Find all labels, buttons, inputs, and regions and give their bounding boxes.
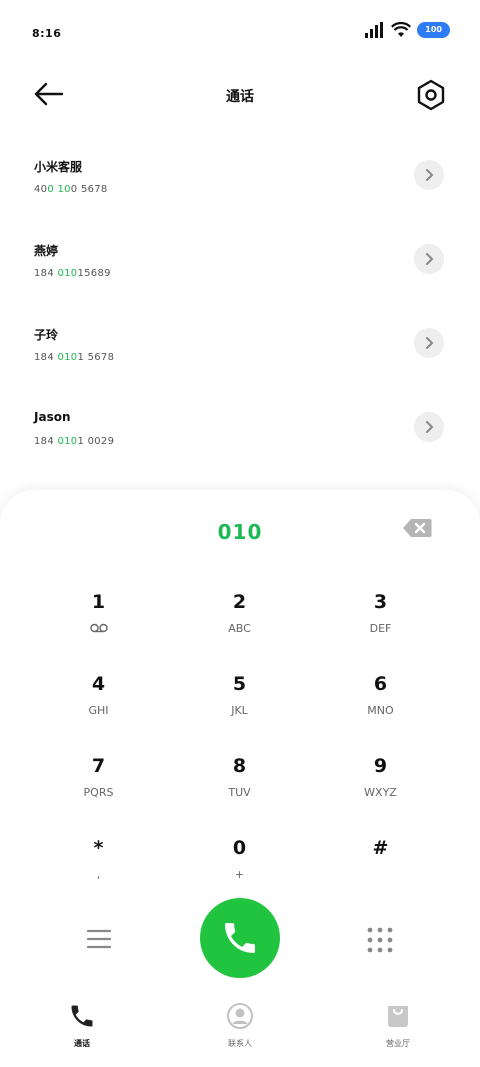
- key-digit: 7: [91, 755, 106, 777]
- contact-row-2[interactable]: 燕婷 184 01015689: [0, 216, 480, 300]
- chevron-right-icon: [426, 169, 434, 181]
- bottom-tab-bar: 通话 联系人 营业厅: [0, 990, 480, 1060]
- contact-row-3[interactable]: 子玲 184 0101 5678: [0, 300, 480, 384]
- key-letters: ,: [96, 867, 101, 881]
- key-2[interactable]: 2 ABC: [169, 588, 310, 670]
- contact-row-1[interactable]: 小米客服 400 100 5678: [0, 132, 480, 216]
- key-digit: #: [372, 837, 389, 859]
- key-digit: 9: [373, 755, 388, 777]
- contact-number: 184 01015689: [34, 268, 111, 279]
- voicemail-icon: [89, 620, 108, 636]
- person-icon: [227, 1003, 253, 1029]
- backspace-button[interactable]: [402, 518, 432, 538]
- dialpad-icon: [367, 927, 393, 953]
- wifi-icon: [391, 22, 412, 37]
- key-5[interactable]: 5 JKL: [169, 670, 310, 752]
- bag-icon: [388, 1006, 408, 1027]
- chevron-right-icon: [426, 421, 434, 433]
- battery-indicator: 100: [417, 22, 450, 38]
- phone-icon: [71, 1005, 93, 1027]
- status-bar: 8:16 100: [0, 0, 480, 64]
- key-letters: GHI: [88, 703, 109, 717]
- status-icons: 100: [365, 22, 450, 38]
- contact-detail-button[interactable]: [414, 244, 444, 274]
- status-time: 8:16: [32, 27, 62, 40]
- contact-number: 184 0101 5678: [34, 352, 115, 363]
- key-letters: TUV: [228, 785, 251, 799]
- chevron-right-icon: [426, 253, 434, 265]
- backspace-icon: [403, 519, 432, 537]
- key-digit: 2: [232, 591, 247, 613]
- key-6[interactable]: 6 MNO: [310, 670, 451, 752]
- tab-label: 营业厅: [386, 1039, 410, 1048]
- key-3[interactable]: 3 DEF: [310, 588, 451, 670]
- keypad: 1 2 ABC 3 DEF 4 GHI 5 JKL 6 MNO 7 PQRS 8…: [28, 588, 452, 916]
- key-1[interactable]: 1: [28, 588, 169, 670]
- contact-number: 400 100 5678: [34, 184, 108, 195]
- dial-panel: 010 1 2 ABC 3 DEF 4 GHI 5 JKL 6 MNO 7 PQ…: [0, 490, 480, 1067]
- key-letters: PQRS: [83, 785, 114, 799]
- key-8[interactable]: 8 TUV: [169, 752, 310, 834]
- key-4[interactable]: 4 GHI: [28, 670, 169, 752]
- phone-icon: [225, 923, 255, 953]
- menu-button[interactable]: [86, 928, 112, 950]
- page-title: 通话: [226, 89, 254, 105]
- key-digit: 4: [91, 673, 106, 695]
- dial-actions: [0, 898, 480, 980]
- key-9[interactable]: 9 WXYZ: [310, 752, 451, 834]
- contact-number: 184 0101 0029: [34, 436, 115, 447]
- key-digit: 6: [373, 673, 388, 695]
- header: 通话: [0, 70, 480, 120]
- contact-row-4[interactable]: Jason 184 0101 0029: [0, 384, 480, 468]
- tab-store[interactable]: 营业厅: [348, 1002, 448, 1049]
- key-letters: +: [234, 867, 245, 881]
- contact-name: Jason: [34, 410, 71, 424]
- key-letters: MNO: [367, 703, 394, 717]
- key-digit: *: [93, 837, 104, 859]
- tab-label: 通话: [74, 1039, 90, 1048]
- menu-icon: [86, 929, 112, 949]
- chevron-right-icon: [426, 337, 434, 349]
- hexagon-settings-icon: [417, 79, 445, 111]
- key-digit: 5: [232, 673, 247, 695]
- key-letters: WXYZ: [364, 785, 397, 799]
- key-letters: ABC: [228, 621, 251, 635]
- tab-calls[interactable]: 通话: [32, 1002, 132, 1049]
- contact-name: 子玲: [34, 328, 59, 342]
- tab-contacts[interactable]: 联系人: [190, 1002, 290, 1049]
- contact-detail-button[interactable]: [414, 160, 444, 190]
- key-7[interactable]: 7 PQRS: [28, 752, 169, 834]
- tab-label: 联系人: [228, 1039, 252, 1048]
- contact-name: 燕婷: [34, 244, 59, 258]
- key-letters: DEF: [369, 621, 392, 635]
- settings-button[interactable]: [416, 78, 446, 112]
- key-digit: 0: [232, 837, 247, 859]
- key-digit: 8: [232, 755, 247, 777]
- key-letters: JKL: [231, 703, 248, 717]
- contact-detail-button[interactable]: [414, 328, 444, 358]
- key-digit: 3: [373, 591, 388, 613]
- contact-detail-button[interactable]: [414, 412, 444, 442]
- signal-icon: [365, 22, 384, 38]
- key-digit: 1: [91, 591, 106, 613]
- dialpad-toggle-button[interactable]: [366, 926, 394, 954]
- contact-name: 小米客服: [34, 160, 83, 174]
- call-button[interactable]: [200, 898, 280, 978]
- contact-list: 小米客服 400 100 5678 燕婷 184 01015689 子玲 184…: [0, 132, 480, 468]
